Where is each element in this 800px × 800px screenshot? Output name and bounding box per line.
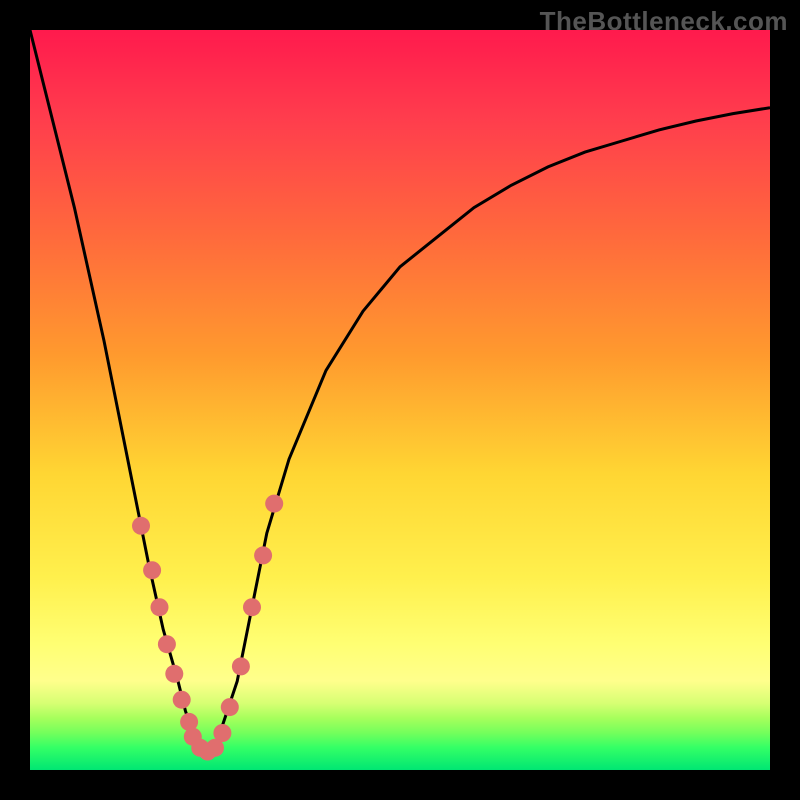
curve-marker bbox=[151, 598, 169, 616]
curve-marker bbox=[132, 517, 150, 535]
chart-overlay bbox=[30, 30, 770, 770]
bottleneck-curve bbox=[30, 30, 770, 755]
curve-marker bbox=[221, 698, 239, 716]
curve-marker bbox=[232, 657, 250, 675]
curve-marker bbox=[213, 724, 231, 742]
curve-marker bbox=[173, 691, 191, 709]
curve-marker bbox=[165, 665, 183, 683]
curve-marker bbox=[158, 635, 176, 653]
plot-area bbox=[30, 30, 770, 770]
chart-frame: TheBottleneck.com bbox=[0, 0, 800, 800]
curve-marker bbox=[143, 561, 161, 579]
curve-marker bbox=[254, 546, 272, 564]
marker-cluster bbox=[132, 495, 283, 761]
curve-marker bbox=[243, 598, 261, 616]
curve-marker bbox=[265, 495, 283, 513]
